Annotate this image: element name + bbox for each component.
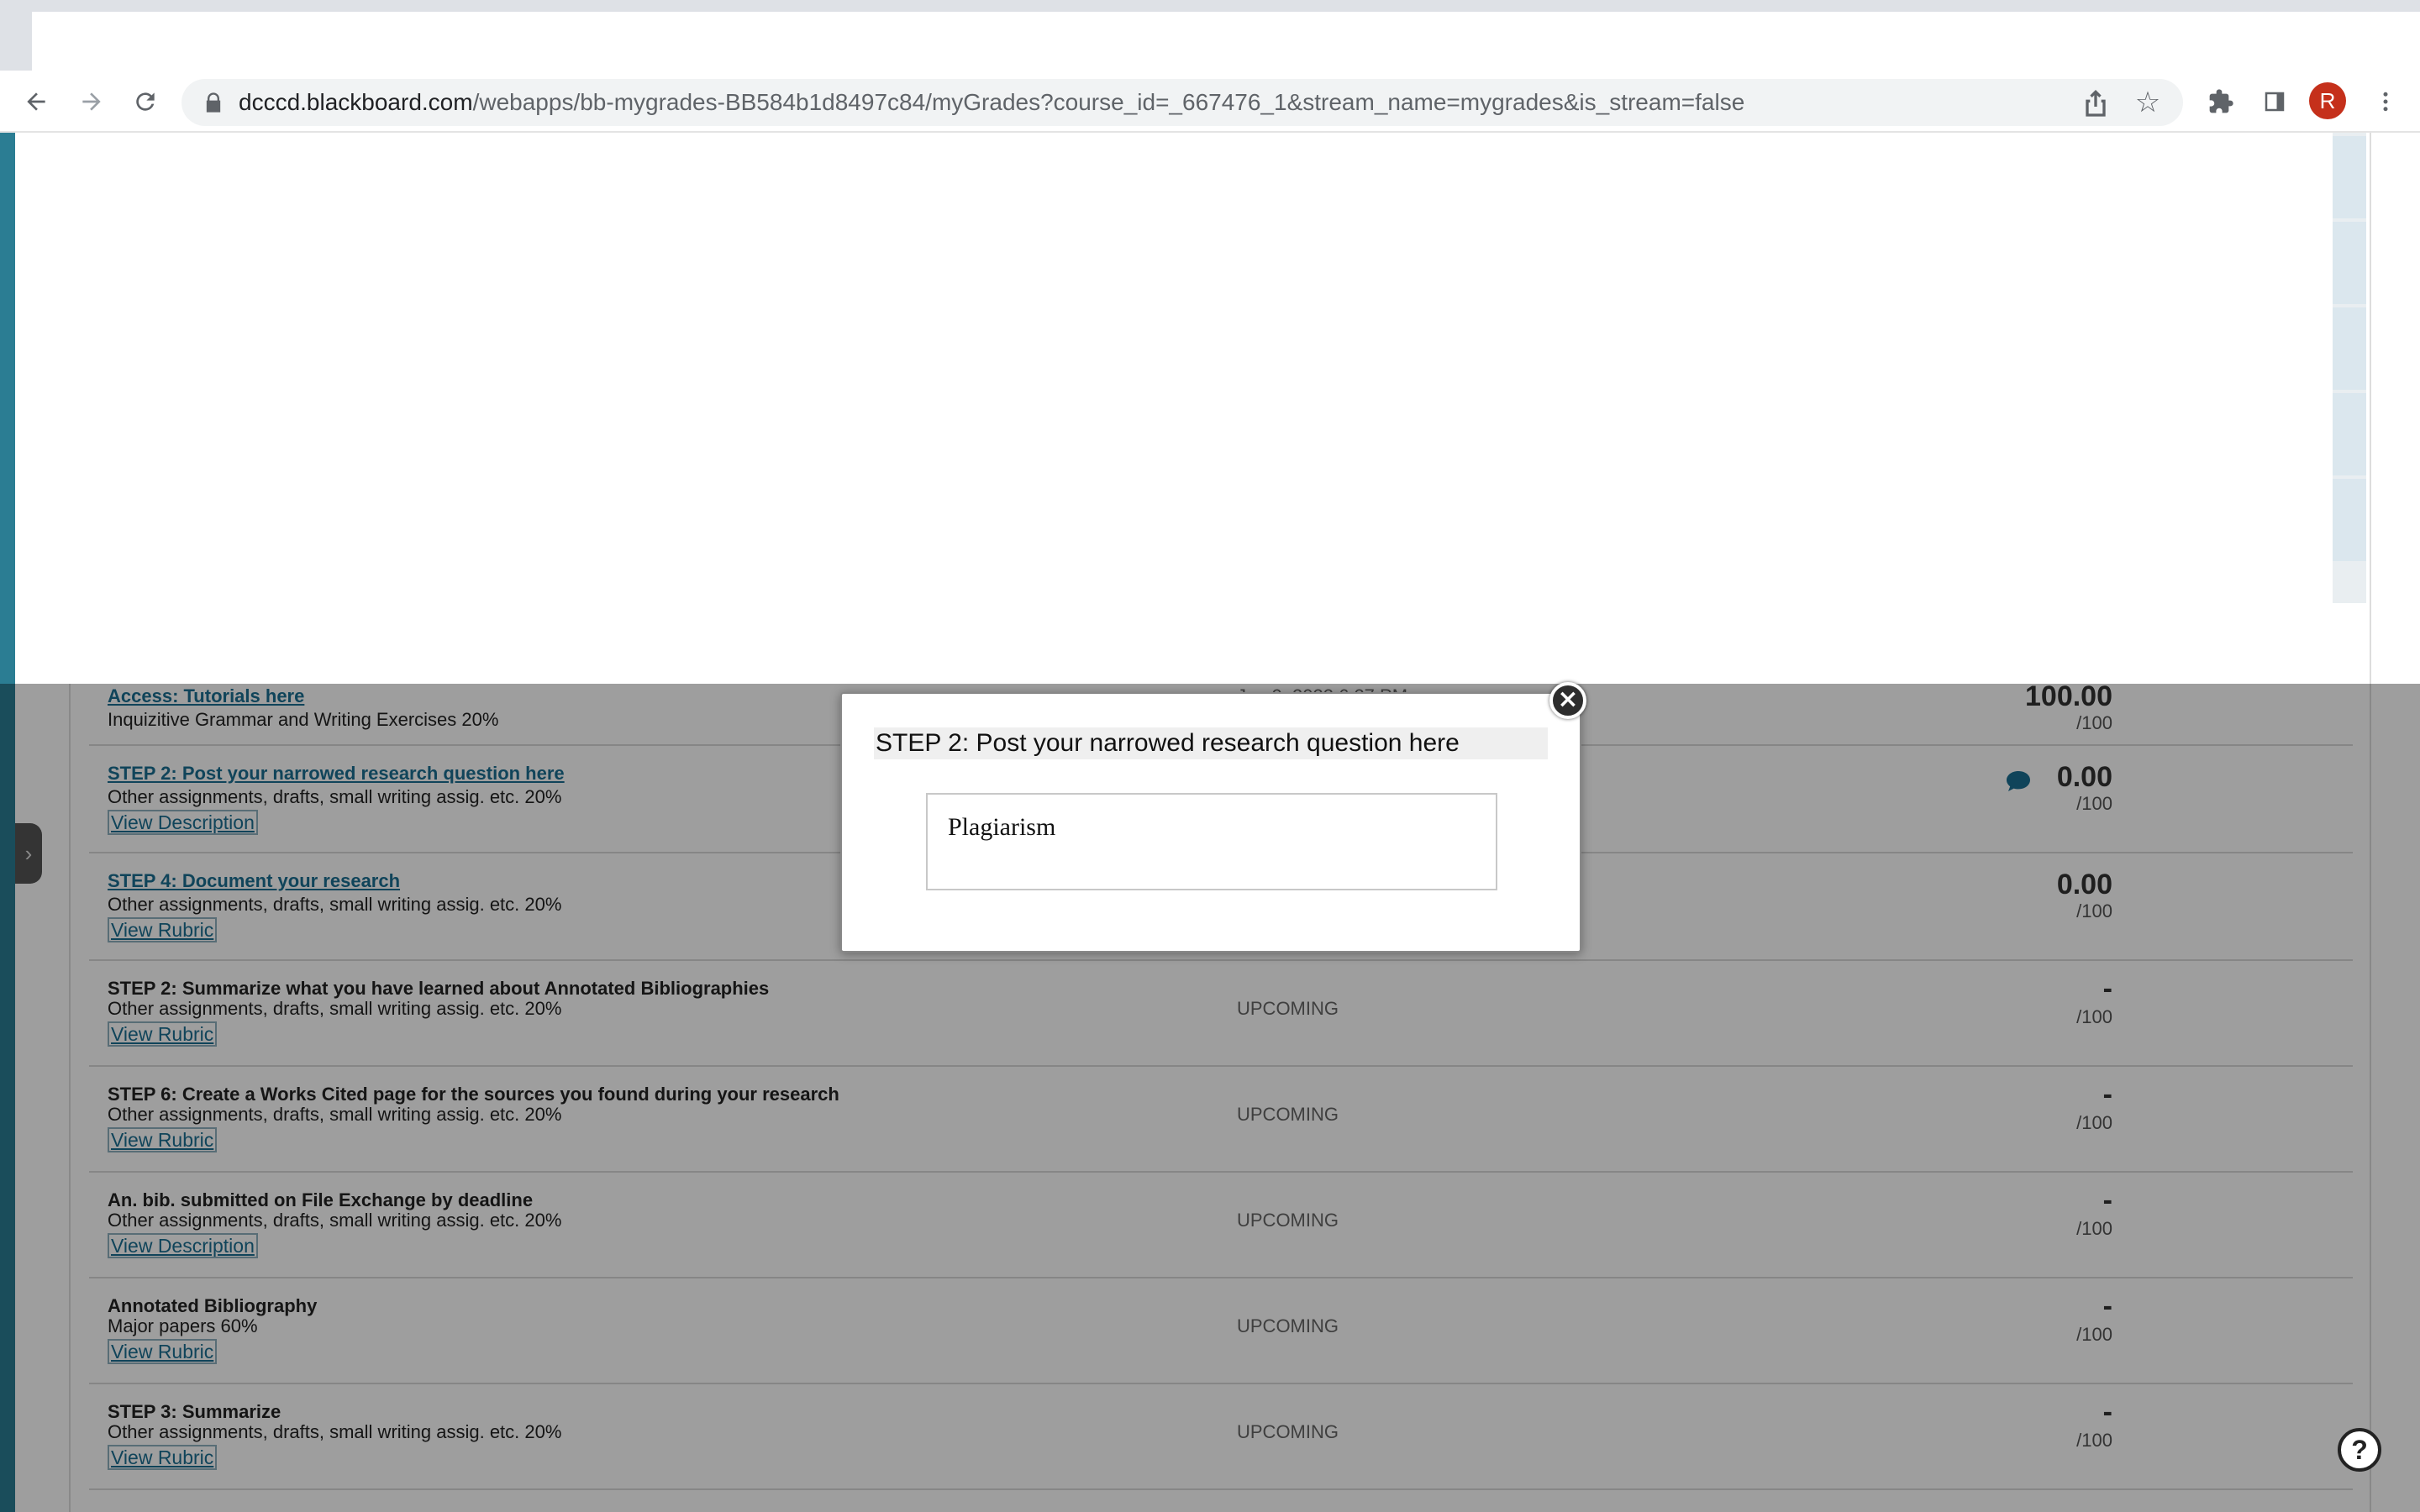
extensions-puzzle-icon[interactable] bbox=[2202, 82, 2240, 121]
bookmark-star-icon[interactable]: ☆ bbox=[2129, 84, 2166, 121]
lock-icon[interactable] bbox=[202, 91, 225, 114]
reload-icon[interactable] bbox=[126, 82, 165, 121]
help-icon[interactable]: ? bbox=[2338, 1428, 2381, 1472]
modal-content-box: Plagiarism bbox=[926, 793, 1497, 890]
address-bar[interactable]: dcccd.blackboard.com/webapps/bb-mygrades… bbox=[182, 79, 2183, 126]
browser-toolbar: dcccd.blackboard.com/webapps/bb-mygrades… bbox=[0, 71, 2420, 133]
share-icon[interactable] bbox=[2079, 86, 2112, 119]
modal-title: STEP 2: Post your narrowed research ques… bbox=[874, 727, 1548, 759]
url-text[interactable]: dcccd.blackboard.com/webapps/bb-mygrades… bbox=[239, 89, 1744, 116]
close-icon[interactable]: × bbox=[1549, 682, 1586, 719]
right-side-tabs bbox=[2333, 133, 2366, 603]
modal-content-text: Plagiarism bbox=[948, 813, 1056, 841]
browser-menu-icon[interactable] bbox=[2366, 82, 2405, 121]
tab-stub bbox=[0, 12, 32, 71]
browser-tabstrip bbox=[0, 0, 2420, 71]
forward-icon[interactable] bbox=[72, 82, 111, 121]
back-icon[interactable] bbox=[17, 82, 55, 121]
blank-content-frame bbox=[52, 133, 2333, 684]
profile-avatar[interactable]: R bbox=[2309, 82, 2346, 119]
description-modal: STEP 2: Post your narrowed research ques… bbox=[840, 692, 1581, 953]
url-path: /webapps/bb-mygrades-BB584b1d8497c84/myG… bbox=[472, 89, 1745, 115]
active-tab-area bbox=[32, 12, 2420, 71]
url-host: dcccd.blackboard.com bbox=[239, 89, 473, 115]
side-panel-icon[interactable] bbox=[2255, 82, 2294, 121]
